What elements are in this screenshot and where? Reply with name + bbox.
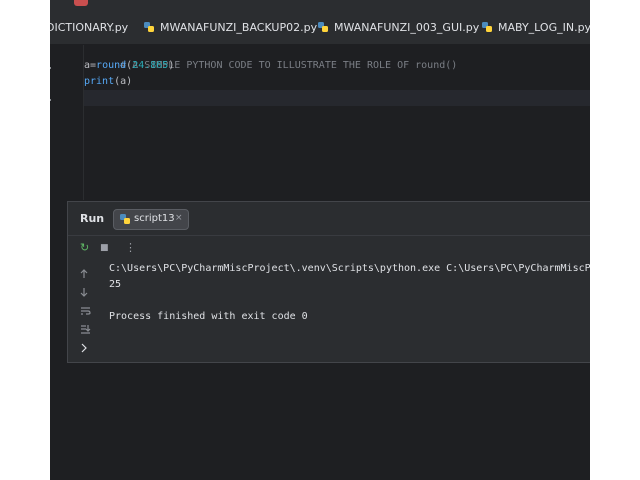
tab-mwanafunzi-backup02[interactable]: MWANAFUNZI_BACKUP02.py [143,12,317,44]
run-toolbar: ↻ ■ ⋮ [68,235,590,261]
code-line-4-current [84,90,590,106]
editor-tab-bar: DICTIONARY.py MWANAFUNZI_BACKUP02.py MWA… [50,12,590,45]
ide-window: DICTIONARY.py MWANAFUNZI_BACKUP02.py MWA… [50,0,590,480]
code-function: round [96,60,127,71]
console-line-result: 25 [109,279,122,290]
tab-label: MWANAFUNZI_003_GUI.py [334,21,480,34]
code-line-2: a=round(24.865) [84,58,590,74]
scroll-up-icon[interactable] [80,269,88,279]
run-tab-label: script13 [134,213,175,224]
code-line-3: print(a) [84,74,590,90]
run-title: Run [80,212,105,225]
gutter-marker [50,99,51,101]
tab-maby-log-in[interactable]: MABY_LOG_IN.py [481,12,590,44]
console-line-exit: Process finished with exit code 0 [109,311,308,322]
project-logo-icon [74,0,88,6]
tab-label: MWANAFUNZI_BACKUP02.py [160,21,318,34]
python-file-icon [144,22,154,32]
python-file-icon [318,22,328,32]
run-tool-window: Run script13 × ↻ ■ ⋮ C:\Users\PC\PyCharm… [67,201,590,363]
scroll-to-end-icon[interactable] [80,324,91,334]
run-console-output[interactable]: C:\Users\PC\PyCharmMiscProject\.venv\Scr… [109,261,590,361]
code-paren-close: ) [168,60,175,71]
code-line-1: # A SIMPLE PYTHON CODE TO ILLUSTRATE THE… [84,42,590,71]
tab-label: MABY_LOG_IN.py [498,21,590,34]
code-editor[interactable]: # A SIMPLE PYTHON CODE TO ILLUSTRATE THE… [84,45,590,200]
run-config-tab[interactable]: script13 × [113,209,189,230]
code-function: print [84,76,115,87]
console-line-command: C:\Users\PC\PyCharmMiscProject\.venv\Scr… [109,263,590,274]
run-header: Run script13 × [68,202,590,235]
gutter-marker [50,67,51,69]
tab-label: DICTIONARY.py [50,21,129,34]
close-icon[interactable]: × [175,213,183,223]
code-number: 24.865 [132,60,169,71]
rerun-icon[interactable]: ↻ [80,241,89,254]
code-assignment: a= [84,60,97,71]
python-file-icon [120,214,130,224]
code-args: (a) [114,76,133,87]
stop-icon[interactable]: ■ [100,243,109,253]
tab-mwanafunzi-003-gui[interactable]: MWANAFUNZI_003_GUI.py [317,12,479,44]
python-file-icon [482,22,492,32]
run-side-toolbar [68,261,100,361]
more-options-icon[interactable]: ⋮ [125,241,136,254]
tab-dictionary[interactable]: DICTIONARY.py [50,12,128,44]
scroll-down-icon[interactable] [80,287,88,297]
line-number-gutter[interactable] [50,45,84,200]
menu-bar-strip [50,0,590,12]
soft-wrap-icon[interactable] [80,306,91,316]
chevron-right-icon[interactable] [80,343,88,353]
